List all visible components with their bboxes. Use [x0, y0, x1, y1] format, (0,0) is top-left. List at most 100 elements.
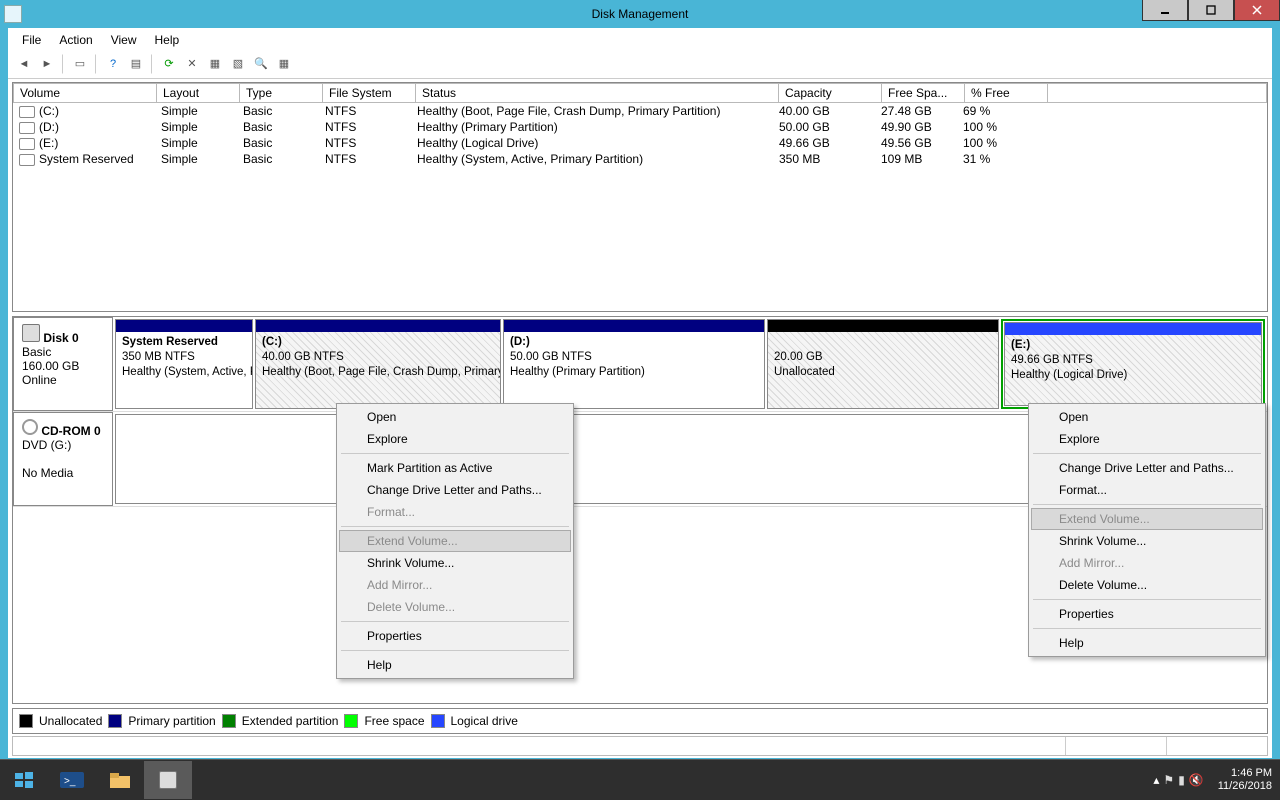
menu-separator [341, 621, 569, 622]
partition-d[interactable]: (D:) 50.00 GB NTFS Healthy (Primary Part… [503, 319, 765, 409]
menu-separator [341, 526, 569, 527]
menu-change-letter[interactable]: Change Drive Letter and Paths... [1031, 457, 1263, 479]
close-button[interactable] [1234, 0, 1280, 21]
menu-help[interactable]: Help [339, 654, 571, 676]
menu-explore[interactable]: Explore [1031, 428, 1263, 450]
legend-swatch-free [344, 714, 358, 728]
menu-format[interactable]: Format... [1031, 479, 1263, 501]
menu-open[interactable]: Open [339, 406, 571, 428]
menu-properties[interactable]: Properties [339, 625, 571, 647]
menu-mark-active[interactable]: Mark Partition as Active [339, 457, 571, 479]
menu-action[interactable]: Action [51, 31, 100, 49]
minimize-button[interactable] [1142, 0, 1188, 21]
column-headers[interactable]: Volume Layout Type File System Status Ca… [13, 83, 1267, 103]
menu-file[interactable]: File [14, 31, 49, 49]
forward-button[interactable]: ► [37, 54, 57, 74]
disk-0-row: Disk 0 Basic 160.00 GB Online System Res… [13, 317, 1267, 412]
cdrom-header[interactable]: CD-ROM 0 DVD (G:) No Media [13, 412, 113, 506]
cdrom-icon [22, 419, 38, 435]
tray-volume-icon[interactable]: 🔇 [1189, 773, 1204, 787]
partition-stripe [256, 320, 500, 332]
taskbar-powershell[interactable]: >_ [48, 761, 96, 799]
menubar: File Action View Help [8, 28, 1272, 52]
legend-swatch-unallocated [19, 714, 33, 728]
col-free[interactable]: Free Spa... [882, 83, 965, 103]
menu-properties[interactable]: Properties [1031, 603, 1263, 625]
legend-extended: Extended partition [242, 714, 339, 728]
context-menu-e: Open Explore Change Drive Letter and Pat… [1028, 403, 1266, 657]
start-button[interactable] [0, 761, 48, 799]
menu-help[interactable]: Help [147, 31, 188, 49]
disk-0-header[interactable]: Disk 0 Basic 160.00 GB Online [13, 317, 113, 411]
menu-explore[interactable]: Explore [339, 428, 571, 450]
settings-button[interactable]: ▤ [126, 54, 146, 74]
toolbar-separator [62, 54, 65, 74]
volume-row[interactable]: (C:)SimpleBasicNTFSHealthy (Boot, Page F… [13, 103, 1267, 119]
col-layout[interactable]: Layout [157, 83, 240, 103]
menu-delete-volume[interactable]: Delete Volume... [1031, 574, 1263, 596]
menu-help[interactable]: Help [1031, 632, 1263, 654]
menu-view[interactable]: View [103, 31, 145, 49]
partition-size: 20.00 GB [774, 351, 823, 363]
show-hide-console-button[interactable]: ▭ [70, 54, 90, 74]
legend-free: Free space [364, 714, 424, 728]
menu-open[interactable]: Open [1031, 406, 1263, 428]
tray-chevron-icon[interactable]: ▴ [1153, 773, 1159, 787]
volume-icon [19, 138, 35, 150]
menu-separator [341, 650, 569, 651]
volume-row[interactable]: (E:)SimpleBasicNTFSHealthy (Logical Driv… [13, 135, 1267, 151]
partition-unallocated[interactable]: 20.00 GB Unallocated [767, 319, 999, 409]
status-bar [12, 736, 1268, 756]
partition-size: 49.66 GB NTFS [1011, 354, 1093, 366]
delete-button[interactable]: ✕ [182, 54, 202, 74]
col-status[interactable]: Status [416, 83, 779, 103]
tray-time: 1:46 PM [1218, 767, 1272, 780]
col-volume[interactable]: Volume [13, 83, 157, 103]
menu-add-mirror: Add Mirror... [1031, 552, 1263, 574]
taskbar-disk-management[interactable] [144, 761, 192, 799]
partition-size: 40.00 GB NTFS [262, 351, 344, 363]
tray-clock[interactable]: 1:46 PM 11/26/2018 [1218, 767, 1272, 793]
partition-e[interactable]: (E:) 49.66 GB NTFS Healthy (Logical Driv… [1004, 322, 1262, 406]
menu-format: Format... [339, 501, 571, 523]
app-icon [4, 5, 22, 23]
volume-icon [19, 122, 35, 134]
toolbar-separator [151, 54, 154, 74]
taskbar[interactable]: >_ ▴ ⚑ ▮ 🔇 1:46 PM 11/26/2018 [0, 759, 1280, 800]
partition-system-reserved[interactable]: System Reserved 350 MB NTFS Healthy (Sys… [115, 319, 253, 409]
volume-list[interactable]: Volume Layout Type File System Status Ca… [12, 82, 1268, 312]
volume-row[interactable]: (D:)SimpleBasicNTFSHealthy (Primary Part… [13, 119, 1267, 135]
tray-date: 11/26/2018 [1218, 780, 1272, 793]
back-button[interactable]: ◄ [14, 54, 34, 74]
col-filler [1048, 83, 1267, 103]
window-title: Disk Management [0, 7, 1280, 21]
partition-size: 50.00 GB NTFS [510, 351, 592, 363]
find-button[interactable]: 🔍 [251, 54, 271, 74]
refresh-button[interactable]: ⟳ [159, 54, 179, 74]
partition-c[interactable]: (C:) 40.00 GB NTFS Healthy (Boot, Page F… [255, 319, 501, 409]
tray-network-icon[interactable]: ▮ [1178, 773, 1185, 787]
properties-button[interactable]: ▦ [205, 54, 225, 74]
system-tray[interactable]: ▴ ⚑ ▮ 🔇 1:46 PM 11/26/2018 [1145, 767, 1280, 793]
more-button[interactable]: ▦ [274, 54, 294, 74]
cdrom-name: CD-ROM 0 [41, 424, 100, 438]
partition-status: Healthy (Logical Drive) [1011, 369, 1127, 381]
help-button[interactable]: ? [103, 54, 123, 74]
col-fs[interactable]: File System [323, 83, 416, 103]
partition-status: Healthy (System, Active, Primary Partiti… [122, 366, 252, 378]
menu-change-letter[interactable]: Change Drive Letter and Paths... [339, 479, 571, 501]
action-button[interactable]: ▧ [228, 54, 248, 74]
menu-shrink-volume[interactable]: Shrink Volume... [1031, 530, 1263, 552]
disk-state: Online [22, 373, 57, 387]
taskbar-explorer[interactable] [96, 761, 144, 799]
menu-separator [1033, 628, 1261, 629]
col-type[interactable]: Type [240, 83, 323, 103]
menu-extend-volume: Extend Volume... [1031, 508, 1263, 530]
col-pct[interactable]: % Free [965, 83, 1048, 103]
tray-flag-icon[interactable]: ⚑ [1163, 773, 1174, 787]
menu-shrink-volume[interactable]: Shrink Volume... [339, 552, 571, 574]
maximize-button[interactable] [1188, 0, 1234, 21]
col-capacity[interactable]: Capacity [779, 83, 882, 103]
volume-row[interactable]: System ReservedSimpleBasicNTFSHealthy (S… [13, 151, 1267, 167]
menu-add-mirror: Add Mirror... [339, 574, 571, 596]
